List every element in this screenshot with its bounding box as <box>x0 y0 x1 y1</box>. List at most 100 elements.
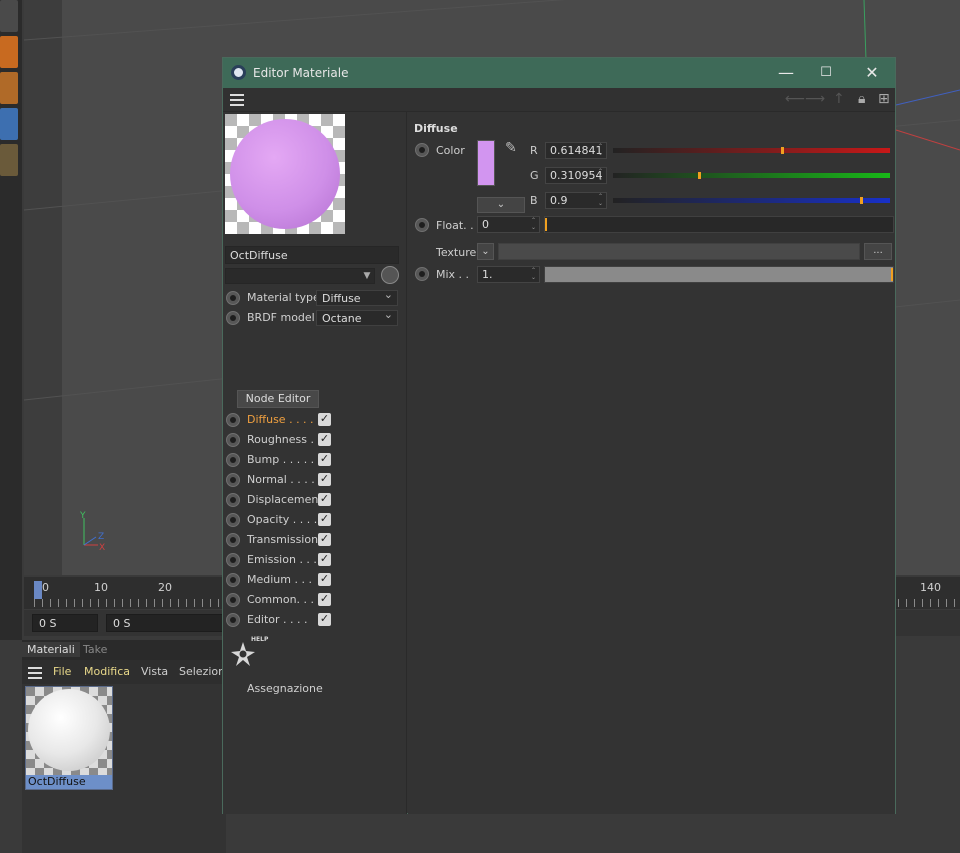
mix-slider-handle[interactable] <box>891 268 893 281</box>
channel-checkbox[interactable]: ✓ <box>318 573 331 586</box>
float-animate-radio-icon[interactable] <box>415 218 429 232</box>
channel-row[interactable]: Roughness . . ✓ <box>223 430 407 450</box>
channel-radio-icon[interactable] <box>226 593 240 607</box>
mesh-tool-icon[interactable] <box>0 108 18 140</box>
channel-radio-icon[interactable] <box>226 493 240 507</box>
channel-label[interactable]: Transmission <box>247 533 318 546</box>
channel-radio-icon[interactable] <box>226 573 240 587</box>
channel-checkbox[interactable]: ✓ <box>318 613 331 626</box>
channel-checkbox[interactable]: ✓ <box>318 553 331 566</box>
channel-row[interactable]: Displacement ✓ <box>223 490 407 510</box>
forward-arrow-icon[interactable]: ⟶ <box>805 91 825 107</box>
channel-label[interactable]: Common. . . . <box>247 593 321 606</box>
menu-file[interactable]: File <box>53 665 71 678</box>
timeline-cursor[interactable] <box>34 581 42 599</box>
channel-row[interactable]: Opacity . . . . ✓ <box>223 510 407 530</box>
channel-g-handle[interactable] <box>698 172 701 179</box>
channel-radio-icon[interactable] <box>226 413 240 427</box>
grid-tool-icon[interactable] <box>0 72 18 104</box>
pick-cursor-icon[interactable] <box>381 266 399 284</box>
channel-r-handle[interactable] <box>781 147 784 154</box>
channel-checkbox[interactable]: ✓ <box>318 533 331 546</box>
channel-row[interactable]: Common. . . . ✓ <box>223 590 407 610</box>
channel-r-slider[interactable] <box>613 147 890 154</box>
float-slider[interactable] <box>544 216 894 233</box>
channel-label[interactable]: Roughness . . <box>247 433 321 446</box>
chevron-down-icon[interactable]: ▼ <box>360 269 374 283</box>
channel-checkbox[interactable]: ✓ <box>318 453 331 466</box>
channel-radio-icon[interactable] <box>226 473 240 487</box>
tab-materiali[interactable]: Materiali <box>22 642 80 657</box>
channel-row[interactable]: Transmission ✓ <box>223 530 407 550</box>
texture-field[interactable] <box>498 243 860 260</box>
preset-dropdown[interactable]: ▼ <box>225 268 375 284</box>
help-icon[interactable]: HELP <box>229 632 277 672</box>
channel-radio-icon[interactable] <box>226 533 240 547</box>
float-input[interactable]: 0 <box>477 216 540 233</box>
hamburger-menu-icon[interactable] <box>230 94 244 106</box>
channel-checkbox[interactable]: ✓ <box>318 473 331 486</box>
channel-row[interactable]: Medium . . . ✓ <box>223 570 407 590</box>
channel-radio-icon[interactable] <box>226 553 240 567</box>
channel-g-input[interactable]: 0.310954 <box>545 167 607 184</box>
new-panel-icon[interactable]: ⊞ <box>878 91 890 107</box>
channel-label[interactable]: Diffuse . . . . <box>247 413 314 426</box>
material-type-select[interactable]: Diffuse <box>316 288 398 306</box>
mix-slider[interactable] <box>544 266 894 283</box>
channel-label[interactable]: Opacity . . . . <box>247 513 317 526</box>
channel-label[interactable]: Displacement <box>247 493 323 506</box>
channel-label[interactable]: Editor . . . . <box>247 613 308 626</box>
channel-row[interactable]: Bump . . . . . ✓ <box>223 450 407 470</box>
mix-input[interactable]: 1. <box>477 266 540 283</box>
channel-row[interactable]: Diffuse . . . . ✓ <box>223 410 407 430</box>
material-name-field[interactable]: OctDiffuse <box>225 246 399 264</box>
channel-row[interactable]: Normal . . . . ✓ <box>223 470 407 490</box>
channel-label[interactable]: Medium . . . <box>247 573 312 586</box>
channel-b-input[interactable]: 0.9 <box>545 192 607 209</box>
back-arrow-icon[interactable]: ⟵ <box>785 91 805 107</box>
tab-take[interactable]: Take <box>78 642 112 657</box>
animate-radio-icon[interactable] <box>226 291 240 305</box>
tool-button-1[interactable] <box>0 0 18 32</box>
maximize-button[interactable]: ☐ <box>813 62 839 84</box>
channel-checkbox[interactable]: ✓ <box>318 433 331 446</box>
brdf-model-select[interactable]: Octane <box>316 308 398 326</box>
channel-row[interactable]: Emission . . . ✓ <box>223 550 407 570</box>
channel-radio-icon[interactable] <box>226 433 240 447</box>
material-thumbnail[interactable]: OctDiffuse <box>25 686 113 790</box>
channel-checkbox[interactable]: ✓ <box>318 593 331 606</box>
time-current-field[interactable]: 0 S <box>106 614 226 632</box>
channel-row[interactable]: Editor . . . . ✓ <box>223 610 407 630</box>
dialog-titlebar[interactable]: Editor Materiale — ☐ ✕ <box>223 58 895 88</box>
channel-radio-icon[interactable] <box>226 613 240 627</box>
texture-dropdown[interactable]: ⌄ <box>477 243 494 260</box>
channel-checkbox[interactable]: ✓ <box>318 513 331 526</box>
close-button[interactable]: ✕ <box>859 62 885 84</box>
deform-tool-icon[interactable] <box>0 144 18 176</box>
color-swatch[interactable] <box>477 140 495 186</box>
mix-animate-radio-icon[interactable] <box>415 267 429 281</box>
channel-radio-icon[interactable] <box>226 453 240 467</box>
float-slider-handle[interactable] <box>545 218 547 231</box>
node-editor-button[interactable]: Node Editor <box>237 390 319 408</box>
channel-label[interactable]: Bump . . . . . <box>247 453 314 466</box>
texture-browse-button[interactable]: ... <box>864 243 892 260</box>
lock-icon[interactable]: 🔒︎ <box>858 91 865 107</box>
channel-b-slider[interactable] <box>613 197 890 204</box>
color-mode-dropdown[interactable]: ⌄ <box>477 197 525 213</box>
eyedropper-icon[interactable]: ✎ <box>505 140 517 156</box>
minimize-button[interactable]: — <box>773 62 799 84</box>
channel-checkbox[interactable]: ✓ <box>318 413 331 426</box>
channel-radio-icon[interactable] <box>226 513 240 527</box>
channel-checkbox[interactable]: ✓ <box>318 493 331 506</box>
animate-radio-icon[interactable] <box>226 311 240 325</box>
channel-r-input[interactable]: 0.614841 <box>545 142 607 159</box>
channel-b-handle[interactable] <box>860 197 863 204</box>
up-arrow-icon[interactable]: ↑ <box>833 91 845 107</box>
menu-modifica[interactable]: Modifica <box>84 665 130 678</box>
channel-g-slider[interactable] <box>613 172 890 179</box>
time-start-field[interactable]: 0 S <box>32 614 98 632</box>
color-animate-radio-icon[interactable] <box>415 143 429 157</box>
magnet-tool-icon[interactable] <box>0 36 18 68</box>
channel-label[interactable]: Emission . . . <box>247 553 317 566</box>
